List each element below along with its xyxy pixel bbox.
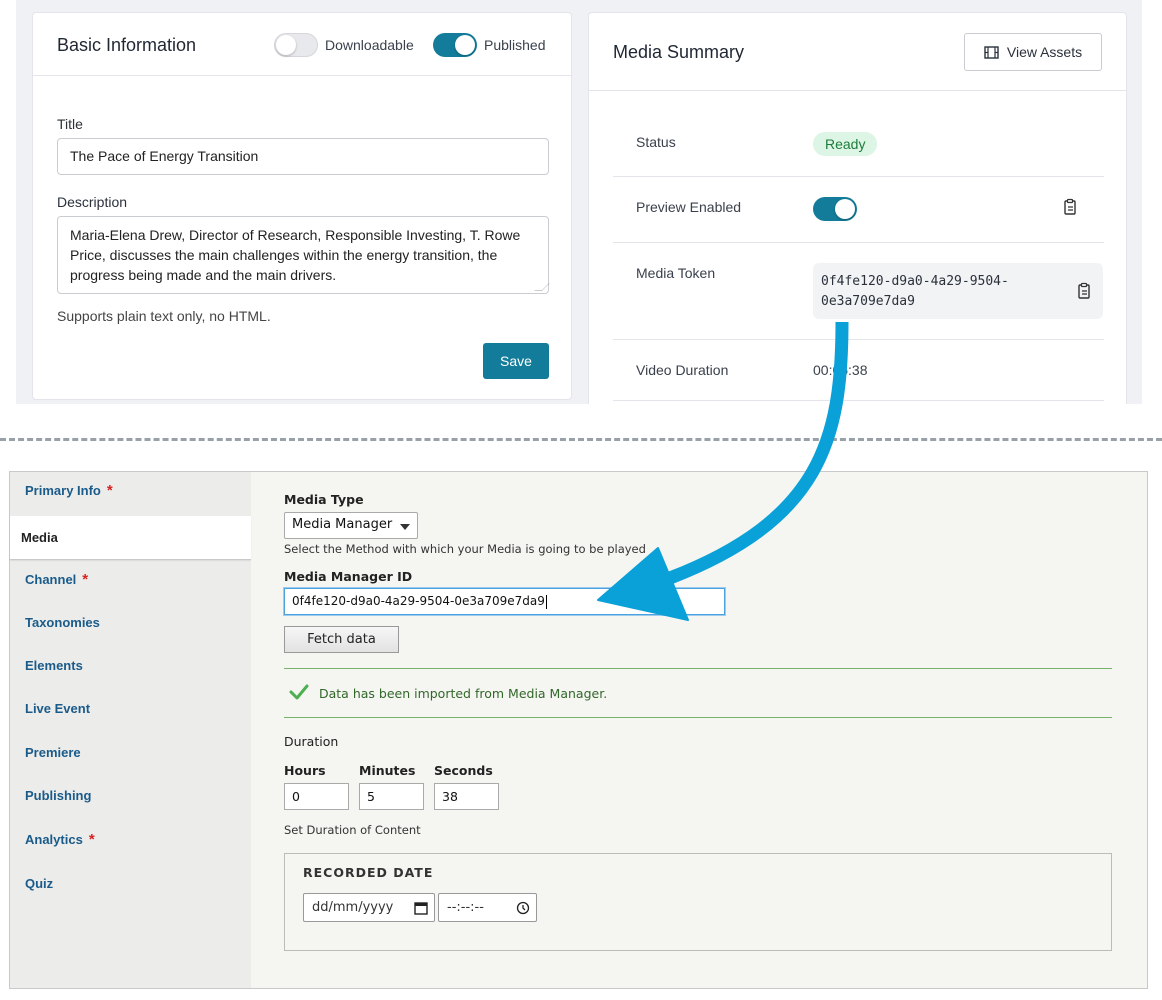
toggle-knob xyxy=(455,35,475,55)
fetch-data-button[interactable]: Fetch data xyxy=(284,626,399,653)
duration-description: Set Duration of Content xyxy=(284,823,421,837)
film-icon xyxy=(984,45,999,59)
media-type-description: Select the Method with which your Media … xyxy=(284,542,646,556)
import-status-message: Data has been imported from Media Manage… xyxy=(284,668,1112,718)
preview-row: Preview Enabled xyxy=(613,177,1104,243)
media-summary-header: Media Summary View Assets xyxy=(589,13,1126,91)
preview-toggle[interactable] xyxy=(813,197,857,221)
description-textarea[interactable]: Maria-Elena Drew, Director of Research, … xyxy=(57,216,550,294)
sidebar-item-primary-info[interactable]: Primary Info * xyxy=(25,482,113,499)
view-assets-button[interactable]: View Assets xyxy=(964,33,1102,71)
recorded-date-fieldset: RECORDED DATE dd/mm/yyyy --:--:-- xyxy=(284,853,1112,951)
sidebar-item-channel[interactable]: Channel * xyxy=(25,571,88,588)
description-text: Maria-Elena Drew, Director of Research, … xyxy=(70,227,521,283)
media-manager-id-value: 0f4fe120-d9a0-4a29-9504-0e3a709e7da9 xyxy=(292,594,545,608)
recorded-date-input[interactable]: dd/mm/yyyy xyxy=(303,893,435,922)
token-key: Media Token xyxy=(636,265,716,281)
sidebar-item-label: Live Event xyxy=(25,701,91,716)
duration-key: Video Duration xyxy=(636,362,729,378)
preview-key: Preview Enabled xyxy=(636,199,742,215)
title-input[interactable]: The Pace of Energy Transition xyxy=(57,138,549,175)
recorded-date-legend: RECORDED DATE xyxy=(303,865,434,880)
media-tab-content: Media Type Media Manager Select the Meth… xyxy=(251,472,1147,988)
recorded-time-input[interactable]: --:--:-- xyxy=(438,893,537,922)
copy-icon[interactable] xyxy=(1061,198,1079,216)
sidebar-item-media[interactable]: Media xyxy=(10,516,251,560)
media-token-value: 0f4fe120-d9a0-4a29-9504- 0e3a709e7da9 xyxy=(813,263,1103,319)
sidebar-item-label: Publishing xyxy=(25,788,92,803)
media-type-value: Media Manager xyxy=(292,517,393,532)
view-assets-label: View Assets xyxy=(1006,44,1083,60)
seconds-label: Seconds xyxy=(434,763,493,778)
plain-text-help: Supports plain text only, no HTML. xyxy=(57,308,271,324)
toggle-knob xyxy=(835,199,855,219)
sidebar-item-label: Quiz xyxy=(25,876,54,891)
save-button[interactable]: Save xyxy=(483,343,549,379)
toggle-knob xyxy=(276,35,296,55)
sidebar-item-label: Taxonomies xyxy=(25,615,100,630)
sidebar-item-label: Channel xyxy=(25,572,77,587)
sidebar-item-label: Analytics xyxy=(25,832,83,847)
vertical-tabs-sidebar: Primary Info * Media Channel * Taxonomies … xyxy=(10,472,251,988)
dropdown-caret-icon xyxy=(400,524,410,530)
sidebar-item-label: Primary Info xyxy=(25,483,101,498)
basic-information-title: Basic Information xyxy=(57,35,197,55)
status-key: Status xyxy=(636,134,676,150)
dashed-divider xyxy=(0,438,1162,441)
token-line-2: 0e3a709e7da9 xyxy=(821,294,915,309)
downloadable-label: Downloadable xyxy=(325,37,414,53)
calendar-icon[interactable] xyxy=(414,901,428,915)
duration-row: Video Duration 00:05:38 xyxy=(613,340,1104,401)
sidebar-item-analytics[interactable]: Analytics * xyxy=(25,831,95,848)
sidebar-item-premiere[interactable]: Premiere xyxy=(25,745,81,760)
seconds-input[interactable]: 38 xyxy=(434,783,499,810)
media-summary-title: Media Summary xyxy=(613,42,745,62)
copy-icon[interactable] xyxy=(1075,282,1093,300)
minutes-label: Minutes xyxy=(359,763,416,778)
checkmark-icon xyxy=(289,684,309,700)
minutes-input[interactable]: 5 xyxy=(359,783,424,810)
sidebar-item-live-event[interactable]: Live Event xyxy=(25,701,90,716)
hours-label: Hours xyxy=(284,763,326,778)
sidebar-item-taxonomies[interactable]: Taxonomies xyxy=(25,615,100,630)
token-line-1: 0f4fe120-d9a0-4a29-9504- xyxy=(821,274,1009,289)
downloadable-toggle[interactable] xyxy=(274,33,318,57)
sidebar-item-label: Elements xyxy=(25,658,83,673)
sidebar-item-label: Media xyxy=(21,530,58,545)
sidebar-item-quiz[interactable]: Quiz xyxy=(25,876,53,891)
media-manager-id-label: Media Manager ID xyxy=(284,569,413,584)
token-row: Media Token 0f4fe120-d9a0-4a29-9504- 0e3… xyxy=(613,243,1104,340)
description-label: Description xyxy=(57,194,128,210)
title-label: Title xyxy=(57,116,83,132)
required-marker: * xyxy=(82,571,89,588)
media-type-label: Media Type xyxy=(284,492,364,507)
published-label: Published xyxy=(484,37,546,53)
required-marker: * xyxy=(88,831,95,848)
resize-handle-icon[interactable] xyxy=(534,283,550,291)
media-manager-id-input[interactable]: 0f4fe120-d9a0-4a29-9504-0e3a709e7da9 xyxy=(284,588,725,615)
duration-value: 00:05:38 xyxy=(813,362,868,378)
content-edit-panel: Primary Info * Media Channel * Taxonomies … xyxy=(9,471,1148,989)
media-type-select[interactable]: Media Manager xyxy=(284,512,418,539)
media-summary-card: Media Summary View Assets Status Ready P… xyxy=(588,12,1127,404)
status-message-text: Data has been imported from Media Manage… xyxy=(319,686,608,701)
status-badge: Ready xyxy=(813,132,878,156)
published-toggle[interactable] xyxy=(433,33,477,57)
duration-section-label: Duration xyxy=(284,734,339,749)
required-marker: * xyxy=(106,482,113,499)
status-row: Status Ready xyxy=(613,91,1104,177)
hours-input[interactable]: 0 xyxy=(284,783,349,810)
text-cursor xyxy=(545,594,547,609)
basic-information-card: Basic Information Downloadable Published… xyxy=(32,12,572,400)
date-placeholder: dd/mm/yyyy xyxy=(312,900,394,915)
basic-information-header: Basic Information Downloadable Published xyxy=(33,13,571,76)
clock-icon[interactable] xyxy=(516,901,530,915)
sidebar-item-publishing[interactable]: Publishing xyxy=(25,788,91,803)
sidebar-item-label: Premiere xyxy=(25,745,81,760)
sidebar-item-elements[interactable]: Elements xyxy=(25,658,83,673)
time-placeholder: --:--:-- xyxy=(447,900,484,915)
